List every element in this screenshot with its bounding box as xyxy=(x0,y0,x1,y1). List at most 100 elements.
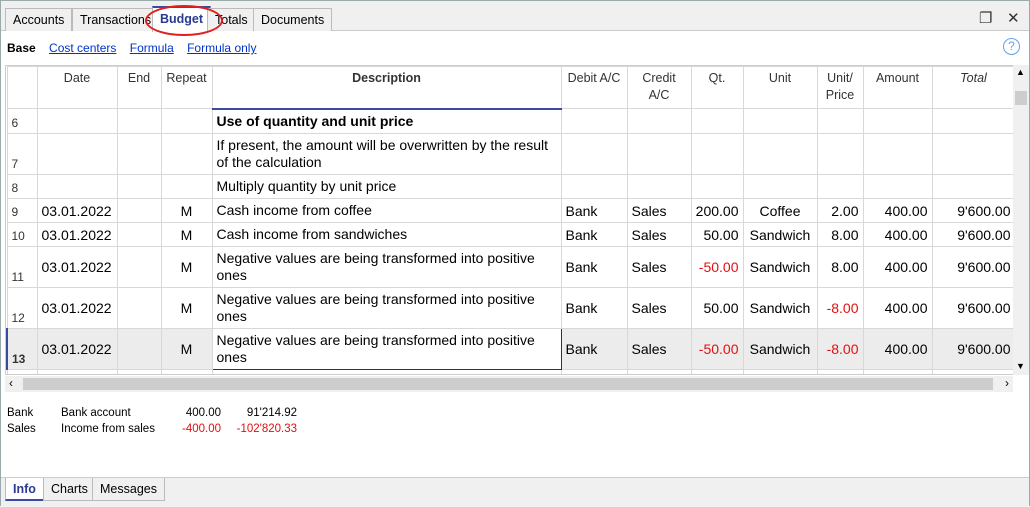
cell-total[interactable] xyxy=(931,174,1016,199)
cell-date[interactable]: 03.01.2022 xyxy=(36,287,118,329)
cell-unit-price[interactable]: 8.00 xyxy=(816,246,864,288)
cell-row-number[interactable]: 10 xyxy=(6,222,38,247)
cell-credit-account[interactable]: Sales xyxy=(626,287,692,329)
tab-accounts[interactable]: Accounts xyxy=(5,8,73,31)
cell-quantity[interactable]: 50.00 xyxy=(690,222,744,247)
cell-row-number[interactable]: 11 xyxy=(6,246,38,288)
table-row[interactable]: 9 03.01.2022 M Cash income from coffee Bank S… xyxy=(6,198,1016,223)
cell-description[interactable]: Cash income from sandwiches xyxy=(211,222,562,247)
view-cost-centers[interactable]: Cost centers xyxy=(49,41,116,55)
cell-date[interactable]: 03.01.2022 xyxy=(36,328,118,370)
cell-credit-account[interactable] xyxy=(626,108,692,134)
scroll-left-icon[interactable]: ‹ xyxy=(9,376,13,390)
cell-credit-account[interactable] xyxy=(626,133,692,175)
close-icon[interactable]: ✕ xyxy=(1007,9,1020,27)
cell-description[interactable]: Negative values are being transformed in… xyxy=(211,328,562,370)
table-row[interactable]: 7 If present, the amount will be overwrit… xyxy=(6,133,1016,175)
scroll-right-icon[interactable]: › xyxy=(1005,376,1009,390)
tab-transactions[interactable]: Transactions xyxy=(72,8,160,31)
column-header-unit[interactable]: Unit xyxy=(742,66,818,109)
cell-amount[interactable] xyxy=(862,174,933,199)
cell-amount[interactable] xyxy=(862,108,933,134)
column-header-total[interactable]: Total xyxy=(931,66,1016,109)
cell-unit-price[interactable]: -8.00 xyxy=(816,328,864,370)
cell-unit[interactable] xyxy=(742,133,818,175)
cell-debit-account[interactable] xyxy=(560,108,628,134)
cell-unit[interactable] xyxy=(742,174,818,199)
cell-end[interactable] xyxy=(116,287,162,329)
cell-repeat[interactable]: M xyxy=(160,198,213,223)
table-row[interactable]: 13 03.01.2022 M Negative values are being t… xyxy=(6,328,1016,370)
cell-description[interactable]: Use of quantity and unit price xyxy=(211,108,562,134)
cell-description[interactable]: Negative values are being transformed in… xyxy=(211,246,562,288)
cell-debit-account[interactable] xyxy=(560,133,628,175)
cell-row-number[interactable]: 8 xyxy=(6,174,38,199)
column-header-unit-price[interactable]: Unit/ Price xyxy=(816,66,864,109)
column-header-credit-account[interactable]: Credit A/C xyxy=(626,66,692,109)
cell-date[interactable] xyxy=(36,108,118,134)
cell-description[interactable]: Cash income from coffee xyxy=(211,198,562,223)
tab-charts[interactable]: Charts xyxy=(43,478,96,501)
tab-budget[interactable]: Budget xyxy=(152,6,212,32)
scroll-thumb[interactable] xyxy=(23,378,993,390)
cell-total[interactable]: 9'600.00 xyxy=(931,287,1016,329)
cell-repeat[interactable]: M xyxy=(160,328,213,370)
view-formula[interactable]: Formula xyxy=(130,41,174,55)
column-header-amount[interactable]: Amount xyxy=(862,66,933,109)
cell-description[interactable]: Negative values are being transformed in… xyxy=(211,287,562,329)
cell-end[interactable] xyxy=(116,222,162,247)
cell-quantity[interactable] xyxy=(690,108,744,134)
cell-description[interactable]: If present, the amount will be overwritt… xyxy=(211,133,562,175)
cell-date[interactable]: 03.01.2022 xyxy=(36,246,118,288)
cell-date[interactable]: 03.01.2022 xyxy=(36,198,118,223)
cell-repeat[interactable] xyxy=(160,108,213,134)
view-base[interactable]: Base xyxy=(7,41,36,55)
horizontal-scrollbar[interactable]: ‹ › xyxy=(5,376,1013,392)
cell-end[interactable] xyxy=(116,174,162,199)
cell-amount[interactable]: 400.00 xyxy=(862,222,933,247)
cell-debit-account[interactable]: Bank xyxy=(560,222,628,247)
cell-total[interactable]: 9'600.00 xyxy=(931,198,1016,223)
cell-end[interactable] xyxy=(116,246,162,288)
restore-icon[interactable]: ❐ xyxy=(979,9,992,27)
cell-quantity[interactable] xyxy=(690,133,744,175)
tab-messages[interactable]: Messages xyxy=(92,478,165,501)
cell-total[interactable] xyxy=(931,133,1016,175)
cell-amount[interactable]: 400.00 xyxy=(862,198,933,223)
column-header-debit-account[interactable]: Debit A/C xyxy=(560,66,628,109)
cell-repeat[interactable]: M xyxy=(160,222,213,247)
cell-description[interactable]: Multiply quantity by unit price xyxy=(211,174,562,199)
cell-amount[interactable]: 400.00 xyxy=(862,328,933,370)
cell-row-number[interactable]: 12 xyxy=(6,287,38,329)
tab-totals[interactable]: Totals xyxy=(207,8,256,31)
cell-date[interactable] xyxy=(36,174,118,199)
cell-amount[interactable]: 400.00 xyxy=(862,287,933,329)
cell-credit-account[interactable]: Sales xyxy=(626,222,692,247)
cell-amount[interactable]: 400.00 xyxy=(862,246,933,288)
cell-total[interactable]: 9'600.00 xyxy=(931,328,1016,370)
cell-row-number[interactable]: 9 xyxy=(6,198,38,223)
cell-row-number[interactable]: 7 xyxy=(6,133,38,175)
column-header-row-number[interactable] xyxy=(6,66,38,109)
cell-unit[interactable]: Coffee xyxy=(742,198,818,223)
cell-total[interactable]: 9'600.00 xyxy=(931,222,1016,247)
cell-debit-account[interactable]: Bank xyxy=(560,198,628,223)
cell-debit-account[interactable] xyxy=(560,174,628,199)
table-row[interactable]: 10 03.01.2022 M Cash income from sandwiches… xyxy=(6,222,1016,247)
cell-repeat[interactable] xyxy=(160,174,213,199)
cell-quantity[interactable]: -50.00 xyxy=(690,246,744,288)
column-header-date[interactable]: Date xyxy=(36,66,118,109)
scroll-down-icon[interactable]: ▼ xyxy=(1016,361,1025,371)
cell-repeat[interactable]: M xyxy=(160,287,213,329)
cell-unit[interactable]: Sandwich xyxy=(742,328,818,370)
cell-repeat[interactable]: M xyxy=(160,246,213,288)
cell-debit-account[interactable]: Bank xyxy=(560,246,628,288)
cell-unit-price[interactable] xyxy=(816,108,864,134)
cell-unit-price[interactable]: 2.00 xyxy=(816,198,864,223)
cell-credit-account[interactable]: Sales xyxy=(626,246,692,288)
column-header-repeat[interactable]: Repeat xyxy=(160,66,213,109)
cell-quantity[interactable]: 50.00 xyxy=(690,287,744,329)
cell-unit-price[interactable] xyxy=(816,174,864,199)
cell-amount[interactable] xyxy=(862,133,933,175)
cell-debit-account[interactable]: Bank xyxy=(560,328,628,370)
